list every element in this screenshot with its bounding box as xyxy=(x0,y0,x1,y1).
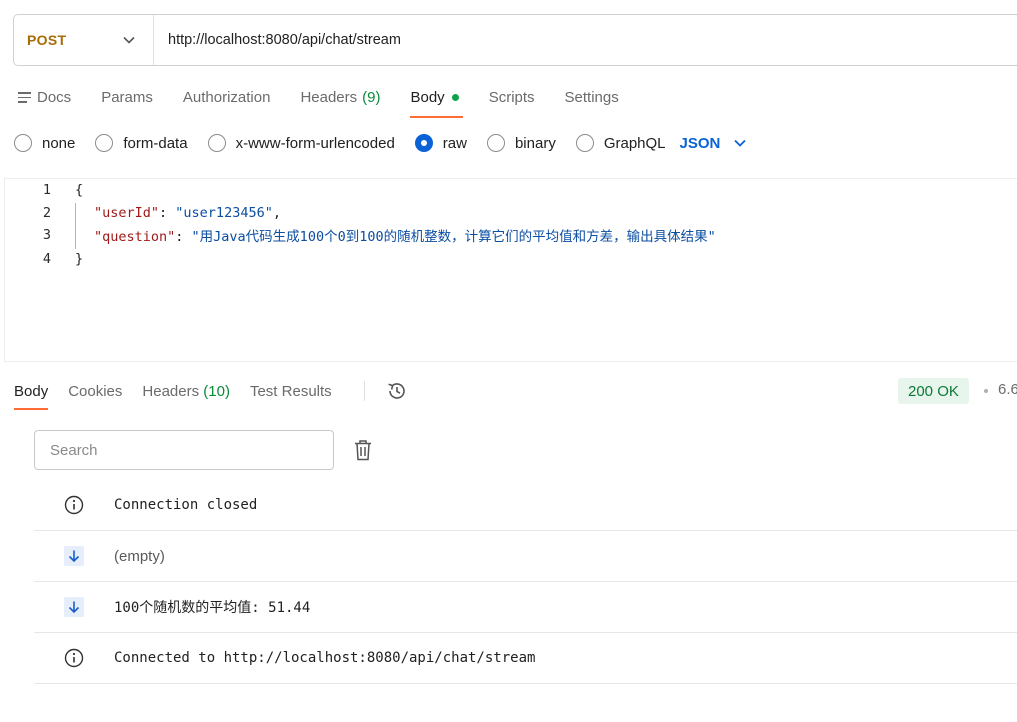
radio-form-data[interactable]: form-data xyxy=(95,134,188,152)
tab-headers-label: Headers xyxy=(300,89,358,106)
radio-circle xyxy=(207,134,226,152)
event-text: 100个随机数的平均值: 51.44 xyxy=(114,600,311,616)
code-open-brace: { xyxy=(75,182,84,198)
tab-params-label: Params xyxy=(101,89,153,106)
docs-icon xyxy=(18,92,31,103)
tab-scripts-label: Scripts xyxy=(488,89,535,106)
tab-headers[interactable]: Headers (9) xyxy=(300,86,380,106)
tab-settings-label: Settings xyxy=(564,89,619,106)
arrow-down-icon xyxy=(64,597,84,617)
response-time[interactable]: 6.6 xyxy=(998,381,1017,398)
tab-docs-label: Docs xyxy=(37,89,72,106)
tab-authorization[interactable]: Authorization xyxy=(183,86,271,106)
radio-urlencoded-label: x-www-form-urlencoded xyxy=(235,134,395,152)
editor-line: 4 } xyxy=(5,248,83,270)
radio-none-label: none xyxy=(42,134,76,152)
request-tabs: Docs Params Authorization Headers (9) Bo… xyxy=(18,86,649,118)
radio-binary[interactable]: binary xyxy=(486,134,556,152)
response-tab-headers-label: Headers xyxy=(142,382,200,400)
radio-graphql-label: GraphQL xyxy=(603,134,666,152)
tab-docs[interactable]: Docs xyxy=(18,86,71,106)
line-number: 3 xyxy=(42,227,51,243)
chevron-down-icon xyxy=(123,36,135,44)
body-type-selector: none form-data x-www-form-urlencoded raw… xyxy=(14,132,747,154)
info-icon xyxy=(64,648,84,668)
radio-circle xyxy=(14,134,32,152)
event-row[interactable]: (empty) xyxy=(34,531,1017,582)
json-string: "用Java代码生成100个0到100的随机整数，计算它们的平均值和方差，输出具… xyxy=(191,229,716,245)
code-line-user-id: "userId": "user123456", xyxy=(94,205,281,221)
response-headers-count: (10) xyxy=(203,382,230,400)
radio-circle-checked xyxy=(414,134,433,152)
chevron-down-icon xyxy=(734,139,747,147)
event-row[interactable]: Connected to http://localhost:8080/api/c… xyxy=(34,633,1017,684)
response-tabs: Body Cookies Headers (10) Test Results xyxy=(14,378,352,410)
line-number: 4 xyxy=(42,251,51,267)
method-select[interactable]: POST xyxy=(14,15,154,65)
status-badge[interactable]: 200 OK xyxy=(898,378,969,404)
language-label: JSON xyxy=(679,134,721,152)
url-input[interactable]: http://localhost:8080/api/chat/stream xyxy=(154,32,401,48)
body-indicator-dot xyxy=(451,94,459,101)
search-input[interactable] xyxy=(34,430,334,470)
event-row[interactable]: Connection closed xyxy=(34,480,1017,531)
request-url-bar: POST http://localhost:8080/api/chat/stre… xyxy=(13,14,1017,66)
code-close-brace: } xyxy=(75,251,84,267)
json-key: "userId" xyxy=(94,205,160,221)
tab-scripts[interactable]: Scripts xyxy=(489,86,535,106)
radio-form-data-label: form-data xyxy=(123,134,188,152)
radio-circle xyxy=(95,134,114,152)
divider xyxy=(364,381,365,401)
radio-raw[interactable]: raw xyxy=(414,134,467,152)
line-number: 2 xyxy=(42,205,51,221)
tab-authorization-label: Authorization xyxy=(182,89,271,106)
body-editor[interactable]: 1 { 2 "userId": "user123456", 3 "questio… xyxy=(4,178,1017,362)
tab-params[interactable]: Params xyxy=(101,86,153,106)
tab-body-label: Body xyxy=(410,89,445,106)
tab-settings[interactable]: Settings xyxy=(565,86,619,106)
radio-none[interactable]: none xyxy=(14,134,75,152)
info-icon xyxy=(64,495,84,515)
event-row[interactable]: 100个随机数的平均值: 51.44 xyxy=(34,582,1017,633)
meta-separator-dot xyxy=(984,389,988,393)
radio-binary-label: binary xyxy=(514,134,556,152)
response-tab-headers[interactable]: Headers (10) xyxy=(142,383,230,400)
event-list: Connection closed (empty) 100个随机数的平均值: 5… xyxy=(34,480,1017,684)
trash-icon[interactable] xyxy=(354,439,372,461)
event-text: (empty) xyxy=(114,547,165,565)
radio-urlencoded[interactable]: x-www-form-urlencoded xyxy=(207,134,395,152)
indent-guide xyxy=(75,203,76,249)
radio-graphql[interactable]: GraphQL xyxy=(575,134,666,152)
json-string: "user123456" xyxy=(175,205,273,221)
headers-count: (9) xyxy=(362,89,381,106)
event-text: Connected to http://localhost:8080/api/c… xyxy=(114,650,536,666)
radio-circle xyxy=(486,134,505,152)
line-number: 1 xyxy=(42,182,51,198)
radio-circle xyxy=(575,134,594,152)
response-tab-test-results[interactable]: Test Results xyxy=(250,383,332,400)
editor-line: 2 "userId": "user123456", xyxy=(5,202,281,224)
language-select[interactable]: JSON xyxy=(680,135,747,152)
arrow-down-icon xyxy=(64,546,84,566)
history-icon[interactable] xyxy=(386,380,408,402)
code-line-question: "question": "用Java代码生成100个0到100的随机整数，计算它… xyxy=(94,229,716,245)
radio-raw-label: raw xyxy=(442,134,467,152)
response-tab-body[interactable]: Body xyxy=(14,383,49,410)
editor-line: 3 "question": "用Java代码生成100个0到100的随机整数，计… xyxy=(5,224,716,246)
method-label: POST xyxy=(27,32,67,48)
json-key: "question" xyxy=(94,229,176,245)
event-text: Connection closed xyxy=(114,497,258,513)
response-tab-cookies[interactable]: Cookies xyxy=(68,383,122,400)
editor-line: 1 { xyxy=(5,179,83,201)
tab-body[interactable]: Body xyxy=(410,86,463,118)
